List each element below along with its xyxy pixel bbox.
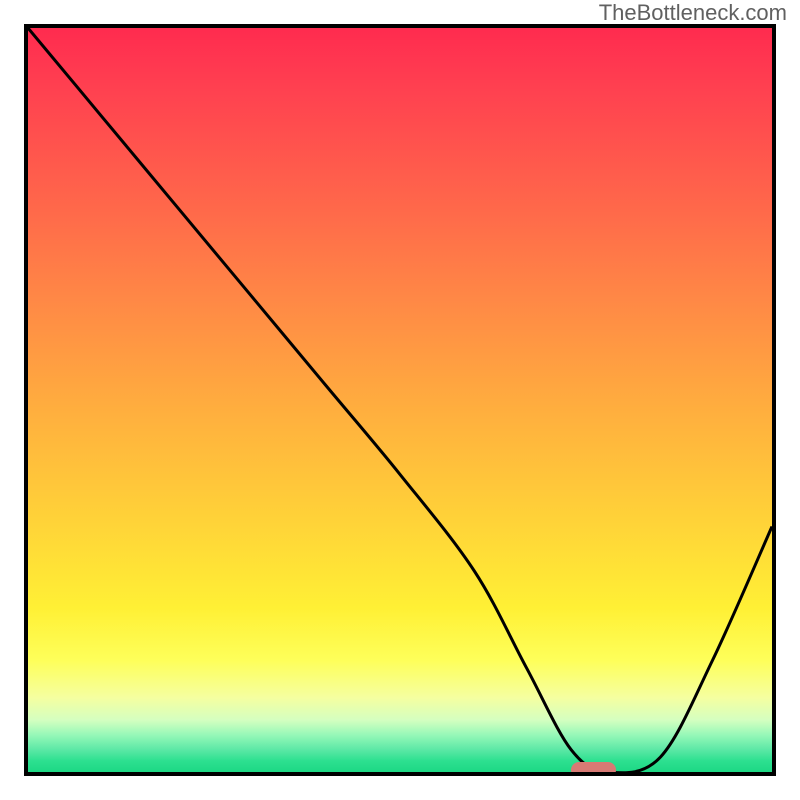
- chart-plot-area: [24, 24, 776, 776]
- watermark-text: TheBottleneck.com: [599, 0, 787, 26]
- optimal-point-marker: [571, 762, 616, 776]
- bottleneck-curve-line: [28, 28, 772, 772]
- curve-svg: [28, 28, 772, 772]
